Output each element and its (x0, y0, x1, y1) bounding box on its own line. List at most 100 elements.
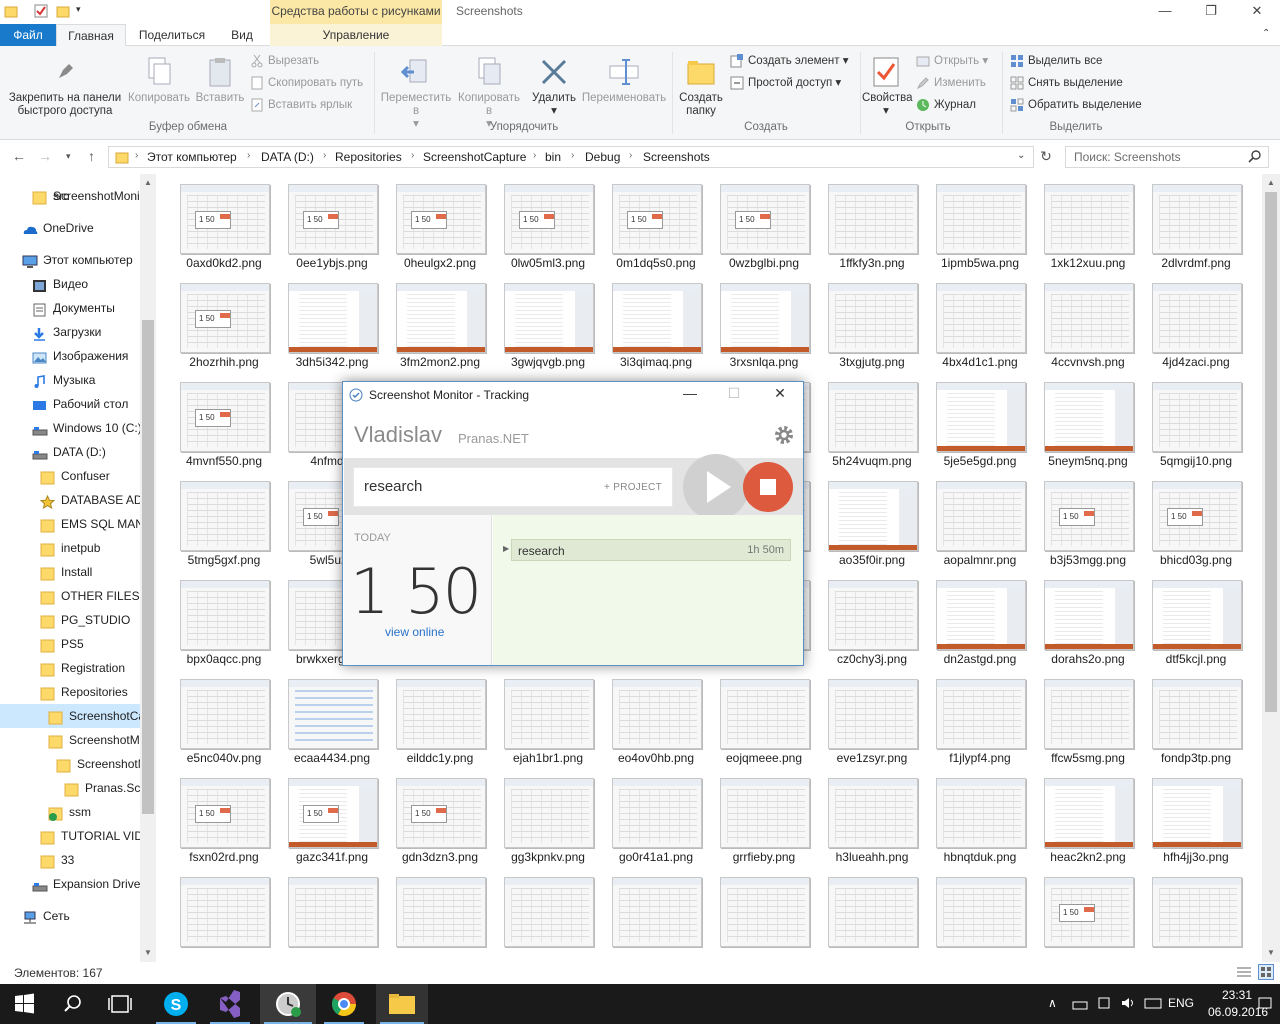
qat-dropdown-icon[interactable]: ▾ (76, 4, 90, 18)
forward-arrow-icon[interactable]: → (38, 148, 52, 164)
move-to-button[interactable]: Переместить в ▾ (378, 56, 454, 131)
nav-item[interactable]: Музыка (0, 368, 140, 392)
nav-item[interactable]: Registration (0, 656, 140, 680)
file-item[interactable]: 1xk12xuu.png (1029, 174, 1137, 273)
new-folder-button[interactable]: Создать папку (676, 56, 726, 118)
properties-button[interactable]: Свойства ▾ (862, 56, 913, 118)
properties-qat-icon[interactable] (34, 4, 48, 18)
file-item[interactable]: 4jd4zaci.png (1137, 273, 1245, 372)
file-item[interactable]: 1 50 0wzbglbi.png (705, 174, 813, 273)
nav-item[interactable]: ScreenshotM (0, 728, 140, 752)
file-item[interactable]: dtf5kcjl.png (1137, 570, 1245, 669)
paste-shortcut-button[interactable]: Вставить ярлык (248, 95, 352, 115)
file-item[interactable]: hfh4jj3o.png (1137, 768, 1245, 867)
nav-item[interactable]: OTHER FILES S (0, 584, 140, 608)
file-item[interactable] (489, 867, 597, 962)
clock-time[interactable]: 23:31 (1222, 988, 1252, 1002)
pin-quick-access-button[interactable]: Закрепить на панели быстрого доступа (4, 56, 126, 118)
nav-item[interactable]: DATABASE ADM (0, 488, 140, 512)
breadcrumb-this-pc[interactable]: Этот компьютер (147, 150, 237, 164)
nav-item[interactable]: Repositories (0, 680, 140, 704)
file-item[interactable] (273, 867, 381, 962)
file-item[interactable]: eve1zsyr.png (813, 669, 921, 768)
nav-item[interactable]: Install (0, 560, 140, 584)
scroll-down-icon[interactable]: ▼ (144, 948, 152, 957)
tab-share[interactable]: Поделиться (130, 24, 214, 46)
file-item[interactable]: 5je5e5gd.png (921, 372, 1029, 471)
settings-gear-icon[interactable] (773, 424, 795, 446)
file-item[interactable]: ecaa4434.png (273, 669, 381, 768)
breadcrumb-screenshotcapture[interactable]: ScreenshotCapture (423, 150, 526, 164)
start-button[interactable] (0, 984, 48, 1024)
dialog-minimize-button[interactable]: — (673, 385, 707, 405)
back-arrow-icon[interactable]: ← (12, 148, 26, 164)
nav-item[interactable]: Windows 10 (C:) (0, 416, 140, 440)
task-view-button[interactable] (96, 984, 144, 1024)
breadcrumb-separator[interactable]: › (629, 150, 632, 161)
skype-taskbar-button[interactable]: S (152, 984, 200, 1024)
easy-access-button[interactable]: Простой доступ ▾ (728, 73, 841, 93)
file-item[interactable]: 1 50 0axd0kd2.png (165, 174, 273, 273)
breadcrumb-repositories[interactable]: Repositories (335, 150, 402, 164)
select-none-button[interactable]: Снять выделение (1008, 73, 1123, 93)
nav-scrollbar[interactable]: ▲ ▼ (140, 174, 156, 962)
network-tray-icon[interactable] (1072, 996, 1088, 1013)
address-history-dropdown-icon[interactable]: ⌄ (1017, 150, 1025, 161)
file-item[interactable]: 1 50 0m1dq5s0.png (597, 174, 705, 273)
file-item[interactable]: ao35f0ir.png (813, 471, 921, 570)
nav-item[interactable]: Загрузки (0, 320, 140, 344)
file-item[interactable]: 1 50 2hozrhih.png (165, 273, 273, 372)
copy-to-button[interactable]: Копировать в ▾ (454, 56, 524, 131)
nav-item[interactable]: Этот компьютер (0, 248, 140, 272)
large-icons-view-icon[interactable] (1258, 964, 1274, 980)
volume-icon[interactable] (1120, 996, 1136, 1013)
nav-item[interactable]: Expansion Drive (0, 872, 140, 896)
nav-item[interactable]: Confuser (0, 464, 140, 488)
nav-item[interactable]: src (0, 184, 140, 208)
nav-item[interactable]: ssm (0, 800, 140, 824)
file-item[interactable] (921, 867, 1029, 962)
file-item[interactable]: 1 50 0ee1ybjs.png (273, 174, 381, 273)
file-item[interactable]: 5neym5nq.png (1029, 372, 1137, 471)
file-item[interactable]: gg3kpnkv.png (489, 768, 597, 867)
breadcrumb-separator[interactable]: › (135, 150, 138, 161)
select-all-button[interactable]: Выделить все (1008, 51, 1102, 71)
file-item[interactable]: 2dlvrdmf.png (1137, 174, 1245, 273)
expand-arrow-icon[interactable]: ▶ (503, 544, 509, 553)
nav-item[interactable]: Документы (0, 296, 140, 320)
file-item[interactable]: 3i3qimaq.png (597, 273, 705, 372)
file-item[interactable]: 1 50 bhicd03g.png (1137, 471, 1245, 570)
breadcrumb-separator[interactable]: › (323, 150, 326, 161)
open-button[interactable]: Открыть ▾ (914, 51, 988, 71)
details-view-icon[interactable] (1236, 965, 1252, 979)
file-item[interactable]: 5tmg5gxf.png (165, 471, 273, 570)
file-item[interactable]: grrfieby.png (705, 768, 813, 867)
file-item[interactable]: eojqmeee.png (705, 669, 813, 768)
file-item[interactable]: dn2astgd.png (921, 570, 1029, 669)
file-item[interactable]: ffcw5smg.png (1029, 669, 1137, 768)
file-item[interactable] (813, 867, 921, 962)
tab-view[interactable]: Вид (218, 24, 266, 46)
new-folder-qat-icon[interactable] (56, 4, 70, 18)
file-item[interactable]: fondp3tp.png (1137, 669, 1245, 768)
search-icon[interactable] (1248, 149, 1262, 165)
recent-locations-icon[interactable]: ▾ (66, 151, 71, 162)
up-arrow-icon[interactable]: ↑ (88, 148, 95, 164)
file-item[interactable]: eilddc1y.png (381, 669, 489, 768)
file-item[interactable]: f1jlypf4.png (921, 669, 1029, 768)
file-item[interactable]: 4bx4d1c1.png (921, 273, 1029, 372)
breadcrumb-debug[interactable]: Debug (585, 150, 620, 164)
file-item[interactable]: 3gwjqvgb.png (489, 273, 597, 372)
nav-item[interactable]: TUTORIAL VIDE (0, 824, 140, 848)
tab-manage[interactable]: Управление (270, 24, 442, 46)
file-item[interactable]: eo4ov0hb.png (597, 669, 705, 768)
scroll-down-icon[interactable]: ▼ (1267, 948, 1275, 957)
file-item[interactable]: e5nc040v.png (165, 669, 273, 768)
nav-item[interactable]: Изображения (0, 344, 140, 368)
scroll-thumb[interactable] (1265, 192, 1277, 712)
nav-item[interactable]: 33 (0, 848, 140, 872)
file-item[interactable] (1137, 867, 1245, 962)
time-entry[interactable]: research 1h 50m (511, 539, 791, 561)
minimize-button[interactable]: — (1142, 0, 1188, 24)
dialog-close-button[interactable]: ✕ (763, 385, 797, 405)
